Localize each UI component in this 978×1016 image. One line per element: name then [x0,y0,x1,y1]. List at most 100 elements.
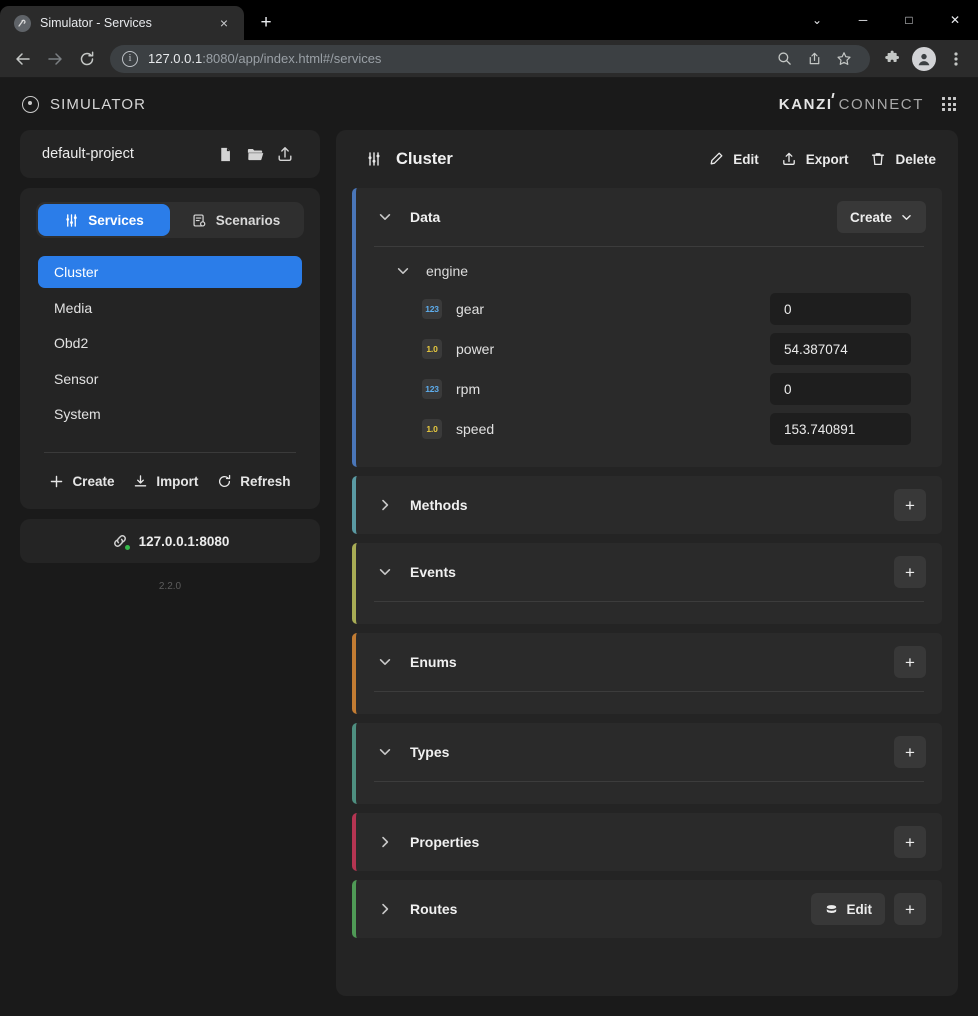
import-service-button[interactable]: Import [133,474,198,489]
sidebar: default-project Services [20,130,320,996]
add-method-button[interactable]: + [894,489,926,521]
window-controls: ⌄ ─ □ ✕ [794,0,978,40]
service-label: Sensor [54,371,98,387]
connection-status[interactable]: 127.0.0.1:8080 [20,519,320,563]
app-label: SIMULATOR [50,96,146,113]
create-data-button[interactable]: Create [837,201,926,233]
section-properties: Properties + [352,813,942,871]
section-title: Methods [410,497,468,513]
field-value-input[interactable]: 0 [770,373,911,405]
address-bar-url: 127.0.0.1:8080/app/index.html#/services [148,51,381,66]
service-label: Obd2 [54,335,88,351]
chevron-down-icon[interactable] [374,741,396,763]
sidebar-item-obd2[interactable]: Obd2 [38,327,302,359]
refresh-services-button[interactable]: Refresh [217,474,290,489]
type-float-icon: 1.0 [422,339,442,359]
add-type-button[interactable]: + [894,736,926,768]
section-data-body: engine 123 gear 0 1.0 power 54.387074 [356,247,942,467]
share-icon[interactable] [800,45,828,73]
reload-icon[interactable] [72,44,102,74]
sidebar-item-system[interactable]: System [38,398,302,430]
minimize-icon[interactable]: ─ [840,0,886,40]
window-close-icon[interactable]: ✕ [932,0,978,40]
refresh-icon [217,474,232,489]
data-field-row: 1.0 power 54.387074 [374,329,924,369]
service-actions: Create Import Refresh [36,453,304,509]
section-title: Types [410,744,449,760]
profile-avatar-icon[interactable] [912,47,936,71]
delete-service-button[interactable]: Delete [870,151,936,167]
chevron-right-icon[interactable] [374,898,396,920]
chevron-down-icon [900,211,913,224]
section-enums-header[interactable]: Enums + [356,633,942,691]
chevron-down-icon[interactable] [374,651,396,673]
add-property-button[interactable]: + [894,826,926,858]
data-field-row: 123 rpm 0 [374,369,924,409]
edit-routes-button[interactable]: Edit [811,893,886,925]
section-title: Properties [410,834,479,850]
section-types-header[interactable]: Types + [356,723,942,781]
section-events-header[interactable]: Events + [356,543,942,601]
search-icon[interactable] [770,45,798,73]
main-panel: Cluster Edit Export [336,130,958,996]
section-methods-header[interactable]: Methods + [356,476,942,534]
field-value-input[interactable]: 54.387074 [770,333,911,365]
section-data-header[interactable]: Data Create [356,188,942,246]
forward-icon[interactable] [40,44,70,74]
data-node-engine[interactable]: engine [374,253,924,289]
sliders-icon [64,213,79,228]
app-favicon [14,15,31,32]
add-enum-button[interactable]: + [894,646,926,678]
tab-services[interactable]: Services [38,204,170,236]
chevron-down-icon[interactable] [392,260,414,282]
browser-tab[interactable]: Simulator - Services × [0,6,244,40]
sidebar-item-sensor[interactable]: Sensor [38,363,302,395]
service-label: Cluster [54,264,98,280]
open-folder-icon[interactable] [240,139,270,169]
sidebar-item-cluster[interactable]: Cluster [38,256,302,288]
tab-services-label: Services [88,213,144,228]
section-title: Enums [410,654,457,670]
upload-icon [781,151,797,167]
data-field-row: 1.0 speed 153.740891 [374,409,924,449]
chevron-right-icon[interactable] [374,494,396,516]
close-icon[interactable]: × [214,13,234,33]
type-int-icon: 123 [422,299,442,319]
edit-service-button[interactable]: Edit [708,151,759,167]
app-grid-icon[interactable] [942,97,956,111]
create-label: Create [72,474,114,489]
site-info-icon[interactable]: i [122,51,138,67]
maximize-icon[interactable]: □ [886,0,932,40]
create-service-button[interactable]: Create [49,474,114,489]
chevron-down-icon[interactable]: ⌄ [794,0,840,40]
type-int-icon: 123 [422,379,442,399]
scenario-icon [192,213,207,228]
edit-label: Edit [733,152,759,167]
tab-scenarios[interactable]: Scenarios [170,204,302,236]
service-list: Cluster Media Obd2 Sensor System [36,256,304,430]
chrome-menu-icon[interactable] [942,45,970,73]
section-routes-header[interactable]: Routes Edit + [356,880,942,938]
bookmark-star-icon[interactable] [830,45,858,73]
new-file-icon[interactable] [210,139,240,169]
chevron-right-icon[interactable] [374,831,396,853]
section-properties-header[interactable]: Properties + [356,813,942,871]
extensions-puzzle-icon[interactable] [878,45,906,73]
field-label: speed [456,421,756,437]
upload-icon[interactable] [270,139,300,169]
chevron-down-icon[interactable] [374,561,396,583]
add-event-button[interactable]: + [894,556,926,588]
sidebar-item-media[interactable]: Media [38,292,302,324]
refresh-label: Refresh [240,474,290,489]
url-host: 127.0.0.1 [148,51,202,66]
chevron-down-icon[interactable] [374,206,396,228]
field-label: gear [456,301,756,317]
export-service-button[interactable]: Export [781,151,849,167]
add-route-button[interactable]: + [894,893,926,925]
edit-label: Edit [847,902,873,917]
new-tab-button[interactable]: + [252,9,280,37]
field-value-input[interactable]: 0 [770,293,911,325]
address-bar[interactable]: i 127.0.0.1:8080/app/index.html#/service… [110,45,870,73]
field-value-input[interactable]: 153.740891 [770,413,911,445]
back-icon[interactable] [8,44,38,74]
